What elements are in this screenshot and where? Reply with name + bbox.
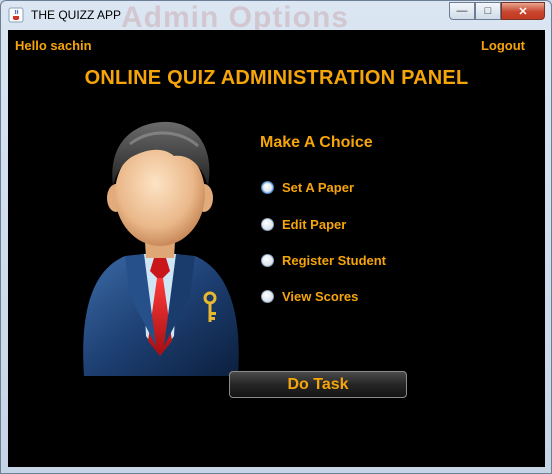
window-controls: — □ ✕ <box>449 2 545 20</box>
option-view-scores[interactable]: View Scores <box>261 289 358 304</box>
radio-icon[interactable] <box>261 290 274 303</box>
option-label: Register Student <box>282 253 387 268</box>
maximize-icon: □ <box>484 5 492 17</box>
maximize-button[interactable]: □ <box>475 2 501 20</box>
option-set-a-paper[interactable]: Set A Paper <box>261 180 354 195</box>
java-coffee-icon <box>8 7 24 23</box>
choice-heading: Make A Choice <box>260 134 373 151</box>
option-label: View Scores <box>282 289 359 304</box>
logout-link[interactable]: Logout <box>481 38 525 53</box>
radio-icon[interactable] <box>261 218 274 231</box>
page-title: ONLINE QUIZ ADMINISTRATION PANEL <box>84 67 469 89</box>
option-edit-paper[interactable]: Edit Paper <box>261 217 346 232</box>
admin-businessman-icon <box>83 121 239 376</box>
app-window: Admin Options THE QUIZZ APP — □ ✕ Hello … <box>0 0 552 474</box>
window-title: THE QUIZZ APP <box>31 8 122 22</box>
radio-icon[interactable] <box>261 254 274 267</box>
title-bar[interactable]: Admin Options THE QUIZZ APP — □ ✕ <box>1 1 551 34</box>
close-button[interactable]: ✕ <box>501 2 545 20</box>
option-register-student[interactable]: Register Student <box>261 253 386 268</box>
admin-panel: Hello sachin Logout ONLINE QUIZ ADMINIST… <box>8 30 545 467</box>
radio-icon[interactable] <box>261 181 274 194</box>
greeting-label: Hello sachin <box>15 38 92 53</box>
minimize-icon: — <box>456 5 468 17</box>
option-label: Edit Paper <box>282 217 347 232</box>
do-task-button[interactable]: Do Task <box>229 371 407 398</box>
minimize-button[interactable]: — <box>449 2 475 20</box>
option-label: Set A Paper <box>282 180 355 195</box>
close-icon: ✕ <box>518 5 528 18</box>
